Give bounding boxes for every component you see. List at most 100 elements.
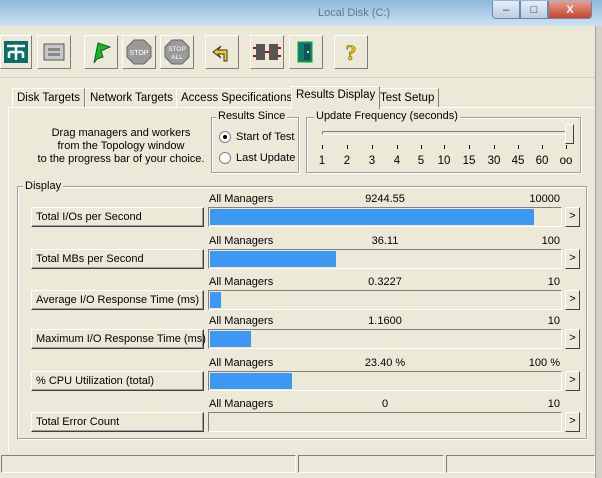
metric-details-button[interactable]: > — [565, 371, 580, 391]
metric-source-label: All Managers — [209, 357, 274, 369]
metric-progress-bar[interactable] — [208, 207, 562, 227]
radio-start-of-test[interactable]: Start of Test — [219, 131, 295, 143]
workers-icon — [41, 40, 67, 64]
metric-source-label: All Managers — [209, 235, 274, 247]
metric-source-label: All Managers — [209, 398, 274, 410]
slider-tick — [444, 145, 445, 149]
reset-arrow-icon — [209, 39, 235, 65]
svg-text:ALL: ALL — [171, 54, 183, 61]
slider-tick-label: 45 — [511, 155, 525, 167]
toolbar: STOP STOP ALL ? — [0, 26, 602, 78]
window-controls: – □ X — [492, 1, 592, 19]
exit-button[interactable] — [289, 35, 323, 69]
metric-select-button[interactable]: Total I/Os per Second — [31, 207, 204, 227]
metric-select-button[interactable]: Maximum I/O Response Time (ms) — [31, 329, 206, 349]
metric-source-label: All Managers — [209, 193, 274, 205]
metric-progress-fill — [210, 373, 292, 389]
svg-text:?: ? — [346, 40, 357, 65]
stop-all-button[interactable]: STOP ALL — [160, 35, 194, 69]
disconnect-button[interactable] — [250, 35, 284, 69]
maximize-button[interactable]: □ — [520, 1, 548, 19]
metric-progress-fill — [210, 251, 336, 267]
metric-max: 10 — [547, 276, 560, 288]
title-bar: Local Disk (C:) – □ X — [0, 0, 602, 26]
status-pane — [446, 455, 595, 473]
help-icon: ? — [339, 39, 363, 65]
window-right-edge — [595, 26, 602, 478]
update-frequency-slider-thumb[interactable] — [565, 124, 574, 144]
metric-progress-bar[interactable] — [208, 290, 562, 310]
metric-progress-bar[interactable] — [208, 371, 562, 391]
drag-instructions-line: to the progress bar of your choice. — [37, 153, 205, 165]
metric-details-button[interactable]: > — [565, 412, 580, 432]
help-button[interactable]: ? — [334, 35, 368, 69]
minimize-button[interactable]: – — [492, 1, 520, 19]
metric-progress-bar[interactable] — [208, 412, 562, 432]
svg-text:STOP: STOP — [130, 50, 149, 57]
slider-tick — [397, 145, 398, 149]
stop-button[interactable]: STOP — [122, 35, 156, 69]
update-frequency-slider-track[interactable] — [322, 131, 568, 135]
metric-progress-bar[interactable] — [208, 329, 562, 349]
workers-button[interactable] — [37, 35, 71, 69]
exit-door-icon — [293, 39, 319, 65]
slider-tick-label: 2 — [343, 155, 351, 167]
metric-progress-fill — [210, 209, 534, 225]
results-since-group — [211, 117, 299, 173]
tab-results-display[interactable]: Results Display — [291, 86, 381, 109]
metric-progress-fill — [210, 292, 221, 308]
tab-access-specifications[interactable]: Access Specifications — [176, 88, 298, 108]
slider-tick — [372, 145, 373, 149]
metric-progress-fill — [210, 331, 251, 347]
metric-max: 100 % — [528, 357, 560, 369]
display-legend: Display — [23, 180, 64, 192]
radio-last-update[interactable]: Last Update — [219, 152, 295, 164]
metric-select-button[interactable]: Average I/O Response Time (ms) — [31, 290, 204, 310]
slider-tick — [566, 145, 567, 149]
drag-instructions-line: Drag managers and workers — [51, 127, 191, 139]
metric-value: 23.40 % — [364, 357, 406, 369]
slider-tick-label: oo — [559, 155, 573, 167]
disconnect-icon — [252, 39, 282, 65]
radio-dot-selected — [219, 131, 231, 143]
svg-text:STOP: STOP — [168, 46, 186, 53]
metric-source-label: All Managers — [209, 276, 274, 288]
metric-value: 0.3227 — [368, 276, 402, 288]
metric-select-button[interactable]: Total Error Count — [31, 412, 204, 432]
close-button[interactable]: X — [548, 1, 592, 19]
slider-tick — [322, 145, 323, 149]
drag-instructions-line: from the Topology window — [57, 140, 185, 152]
metric-details-button[interactable]: > — [565, 290, 580, 310]
start-button[interactable] — [84, 35, 118, 69]
metric-select-button[interactable]: % CPU Utilization (total) — [31, 371, 204, 391]
metric-details-button[interactable]: > — [565, 329, 580, 349]
slider-tick-label: 5 — [417, 155, 425, 167]
slider-tick-label: 60 — [535, 155, 549, 167]
slider-tick-label: 1 — [318, 155, 326, 167]
metric-max: 100 — [541, 235, 560, 247]
tab-disk-targets[interactable]: Disk Targets — [12, 88, 86, 108]
metric-value: 0 — [381, 398, 389, 410]
metric-details-button[interactable]: > — [565, 249, 580, 269]
update-frequency-legend: Update Frequency (seconds) — [314, 110, 460, 122]
results-since-legend: Results Since — [216, 110, 288, 122]
slider-tick-label: 15 — [462, 155, 476, 167]
tab-network-targets[interactable]: Network Targets — [85, 88, 178, 108]
metric-details-button[interactable]: > — [565, 207, 580, 227]
metric-source-label: All Managers — [209, 315, 274, 327]
metric-select-button[interactable]: Total MBs per Second — [31, 249, 204, 269]
status-pane — [1, 455, 296, 473]
metric-progress-bar[interactable] — [208, 249, 562, 269]
radio-label: Last Update — [236, 152, 296, 164]
metric-value: 1.1600 — [368, 315, 402, 327]
tab-test-setup[interactable]: Test Setup — [375, 88, 440, 108]
metric-value: 9244.55 — [365, 193, 405, 205]
slider-tick-label: 4 — [393, 155, 401, 167]
topology-button[interactable] — [0, 35, 32, 69]
radio-dot — [219, 152, 231, 164]
start-flag-icon — [89, 39, 113, 65]
slider-tick-label: 10 — [437, 155, 451, 167]
metric-max: 10000 — [529, 193, 560, 205]
reset-button[interactable] — [205, 35, 239, 69]
stop-icon: STOP — [125, 38, 153, 66]
